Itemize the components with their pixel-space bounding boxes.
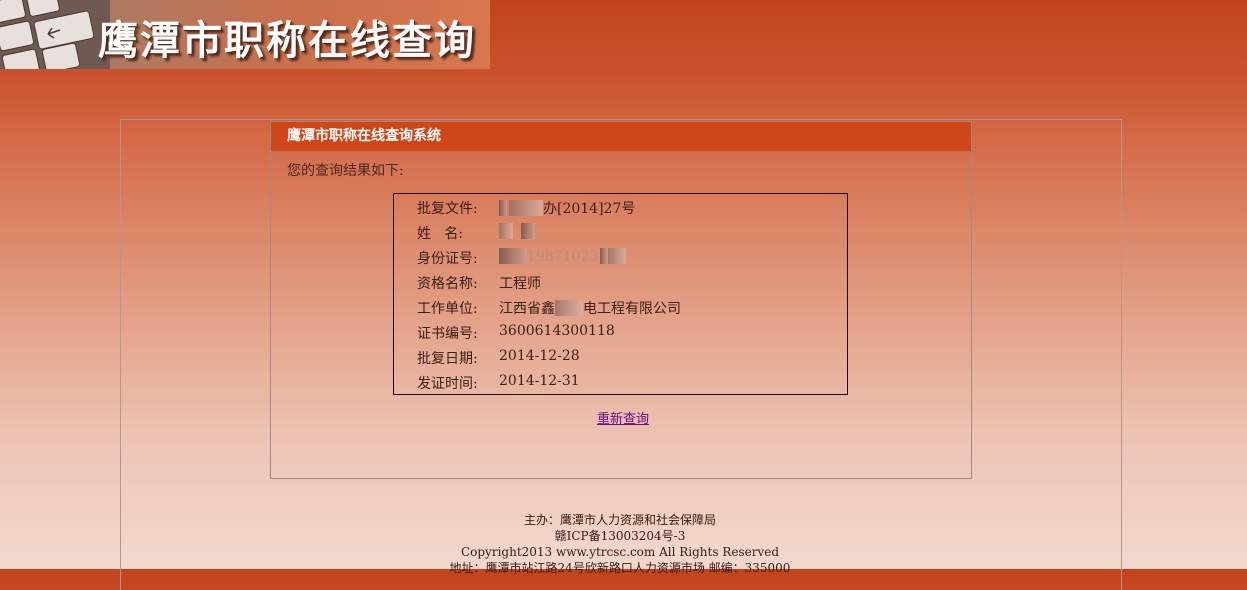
header-banner: 鹰潭市职称在线查询 (0, 0, 490, 69)
result-info-table: 批复文件: 办[2014]27号 姓 名: 身份证号: 19871023 资格名… (393, 193, 848, 395)
result-panel-title: 鹰潭市职称在线查询系统 (271, 122, 971, 151)
info-row-approval-date: 批复日期: 2014-12-28 (394, 345, 847, 370)
info-row-employer: 工作单位: 江西省鑫 电工程有限公司 (394, 295, 847, 320)
info-label: 资格名称: (417, 276, 478, 292)
redacted-block (600, 248, 609, 264)
info-value-text: 3600614300118 (499, 323, 615, 339)
info-row-name: 姓 名: (394, 220, 847, 245)
requery-link[interactable]: 重新查询 (597, 408, 649, 427)
info-value-text: 2014-12-31 (499, 373, 580, 389)
info-label: 批复日期: (417, 351, 478, 367)
page-footer: 主办：鹰潭市人力资源和社会保障局 赣ICP备13003204号-3 Copyri… (120, 512, 1120, 576)
info-value-suffix: 电工程有限公司 (583, 301, 681, 317)
redacted-block (608, 248, 627, 264)
redacted-block (499, 200, 507, 216)
info-label: 发证时间: (417, 376, 478, 392)
redacted-block (499, 248, 527, 264)
info-label: 证书编号: (417, 326, 478, 342)
info-value: 江西省鑫 电工程有限公司 (499, 298, 681, 318)
footer-address: 地址：鹰潭市站江路24号欣新路口人力资源市场 邮编：335000 (449, 561, 791, 575)
info-value-text: 2014-12-28 (499, 348, 580, 364)
result-panel: 鹰潭市职称在线查询系统 您的查询结果如下: 批复文件: 办[2014]27号 姓… (270, 121, 972, 479)
redacted-block (521, 223, 535, 239)
info-row-approval-doc: 批复文件: 办[2014]27号 (394, 195, 847, 220)
info-value-text: 办[2014]27号 (543, 201, 636, 217)
banner-title: 鹰潭市职称在线查询 (98, 18, 476, 64)
info-value-prefix: 江西省鑫 (499, 301, 555, 317)
info-value: 办[2014]27号 (499, 198, 635, 218)
redacted-block (499, 223, 513, 239)
footer-copyright: Copyright2013 www.ytrcsc.com All Rights … (460, 545, 780, 559)
info-value (499, 223, 535, 240)
info-value-text: 工程师 (499, 276, 541, 292)
result-intro-text: 您的查询结果如下: (287, 163, 404, 179)
footer-icp[interactable]: 赣ICP备13003204号-3 (120, 528, 1120, 544)
info-label: 姓 名: (417, 226, 464, 242)
redacted-block (555, 300, 583, 316)
info-label: 批复文件: (417, 201, 478, 217)
info-label: 工作单位: (417, 301, 478, 317)
keyboard-image-icon (0, 0, 110, 69)
info-row-id-number: 身份证号: 19871023 (394, 245, 847, 270)
info-row-certificate-number: 证书编号: 3600614300118 (394, 320, 847, 345)
info-value: 19871023 (499, 248, 627, 265)
info-label: 身份证号: (417, 251, 478, 267)
info-row-issue-date: 发证时间: 2014-12-31 (394, 370, 847, 395)
info-value-text: 19871023 (527, 249, 599, 265)
footer-sponsor: 主办：鹰潭市人力资源和社会保障局 (523, 513, 716, 527)
info-row-qualification: 资格名称: 工程师 (394, 270, 847, 295)
redacted-block (509, 200, 543, 216)
